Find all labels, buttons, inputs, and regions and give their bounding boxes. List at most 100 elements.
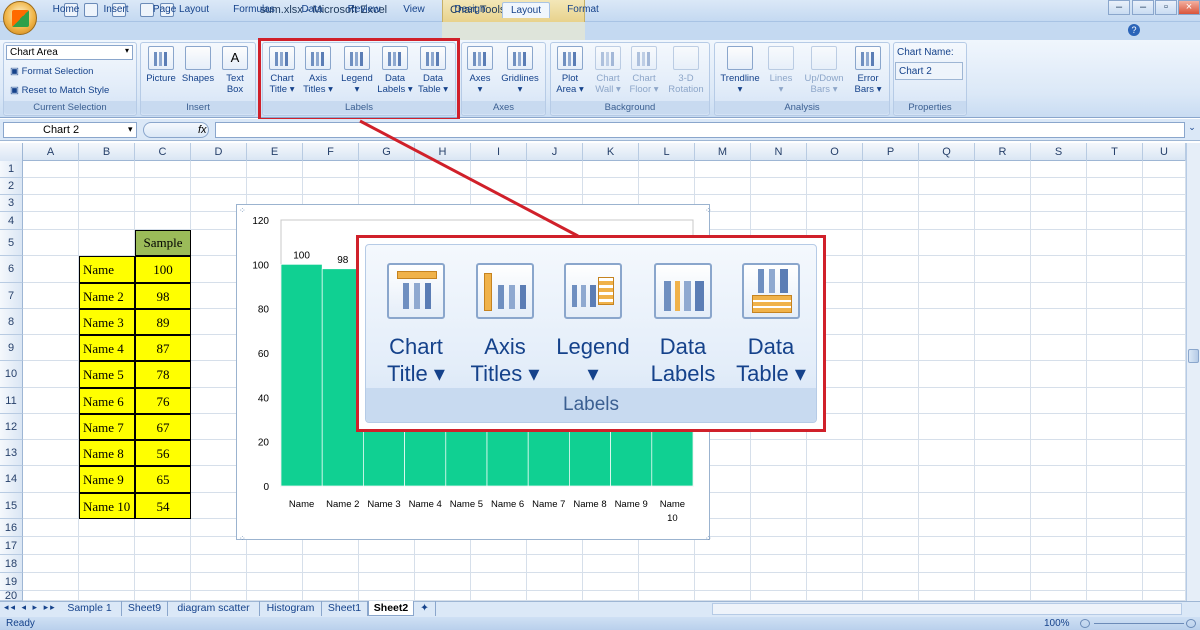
value-cell[interactable]: 89	[135, 309, 191, 335]
sheet-tab-histogram[interactable]: Histogram	[260, 601, 322, 616]
tab-insert[interactable]: Insert	[96, 2, 136, 18]
tab-formulas[interactable]: Formulas	[226, 2, 282, 18]
name-box[interactable]: Chart 2 ▾	[3, 122, 137, 138]
column-header-f[interactable]: F	[303, 143, 359, 161]
chart-name-input[interactable]: Chart 2	[895, 62, 963, 80]
tab-format[interactable]: Format	[558, 2, 608, 18]
name-cell[interactable]: Name 10	[79, 493, 135, 519]
name-cell[interactable]: Name	[79, 256, 135, 283]
zoom-chart-title-button[interactable]: Chart Title ▾	[376, 263, 456, 387]
row-header-10[interactable]: 10	[0, 361, 23, 388]
picture-button[interactable]: Picture	[144, 46, 178, 84]
column-header-l[interactable]: L	[639, 143, 695, 161]
chart-wall-button[interactable]: Chart Wall ▾	[590, 46, 626, 95]
name-cell[interactable]: Name 4	[79, 335, 135, 361]
column-header-e[interactable]: E	[247, 143, 303, 161]
value-cell[interactable]: 78	[135, 361, 191, 388]
sheet-tab-sheet1[interactable]: Sheet1	[322, 601, 368, 616]
row-header-11[interactable]: 11	[0, 388, 23, 414]
minimize-button[interactable]: –	[1132, 0, 1154, 15]
zoom-level[interactable]: 100%	[1044, 618, 1070, 629]
help-icon[interactable]: ?	[1128, 24, 1140, 36]
tab-view[interactable]: View	[396, 2, 432, 18]
column-header-q[interactable]: Q	[919, 143, 975, 161]
name-cell[interactable]: Name 2	[79, 283, 135, 309]
row-header-19[interactable]: 19	[0, 573, 23, 591]
tab-layout[interactable]: Layout	[502, 2, 550, 18]
tab-review[interactable]: Review	[342, 2, 386, 18]
column-header-d[interactable]: D	[191, 143, 247, 161]
name-cell[interactable]: Name 5	[79, 361, 135, 388]
insert-function-button[interactable]: fx	[143, 122, 209, 138]
row-header-14[interactable]: 14	[0, 466, 23, 493]
reset-style-button[interactable]: ▣ Reset to Match Style	[10, 85, 109, 96]
error-bars-button[interactable]: Error Bars ▾	[850, 46, 886, 95]
trendline-button[interactable]: Trendline ▾	[716, 46, 764, 95]
row-header-4[interactable]: 4	[0, 212, 23, 230]
close-button[interactable]: ×	[1178, 0, 1200, 15]
name-cell[interactable]: Name 6	[79, 388, 135, 414]
name-cell[interactable]: Name 3	[79, 309, 135, 335]
column-header-i[interactable]: I	[471, 143, 527, 161]
row-header-1[interactable]: 1	[0, 161, 23, 178]
zoom-in-icon[interactable]	[1186, 619, 1196, 628]
name-cell[interactable]: Name 9	[79, 466, 135, 493]
gridlines-button[interactable]: Gridlines ▾	[498, 46, 542, 95]
vertical-scrollbar[interactable]	[1186, 143, 1200, 601]
sheet-tab-sheet9[interactable]: Sheet9	[122, 601, 168, 616]
column-header-a[interactable]: A	[23, 143, 79, 161]
zoom-legend-button[interactable]: Legend ▾	[553, 263, 633, 387]
row-header-20[interactable]: 20	[0, 591, 23, 602]
column-header-p[interactable]: P	[863, 143, 919, 161]
row-header-8[interactable]: 8	[0, 309, 23, 335]
help-minimize-icon[interactable]: –	[1108, 0, 1130, 15]
restore-button[interactable]: ▫	[1155, 0, 1177, 15]
zoom-slider[interactable]	[1094, 623, 1184, 624]
row-header-17[interactable]: 17	[0, 537, 23, 555]
shapes-button[interactable]: Shapes	[180, 46, 216, 84]
value-cell[interactable]: 67	[135, 414, 191, 440]
sheet-tab-sheet2[interactable]: Sheet2	[368, 601, 414, 616]
axes-button[interactable]: Axes ▾	[464, 46, 496, 95]
scroll-thumb[interactable]	[1188, 349, 1199, 363]
tab-home[interactable]: Home	[44, 2, 88, 18]
sheet-tab-diagram-scatter[interactable]: diagram scatter	[168, 601, 260, 616]
column-header-g[interactable]: G	[359, 143, 415, 161]
chart-elements-dropdown[interactable]: Chart Area ▾	[6, 45, 133, 60]
column-header-u[interactable]: U	[1143, 143, 1186, 161]
select-all-button[interactable]	[0, 143, 23, 161]
name-cell[interactable]: Name 7	[79, 414, 135, 440]
row-header-3[interactable]: 3	[0, 195, 23, 212]
column-header-t[interactable]: T	[1087, 143, 1143, 161]
column-header-o[interactable]: O	[807, 143, 863, 161]
sheet-tab-sample-1[interactable]: Sample 1	[58, 601, 122, 616]
value-cell[interactable]: 87	[135, 335, 191, 361]
row-header-13[interactable]: 13	[0, 440, 23, 466]
column-header-b[interactable]: B	[79, 143, 135, 161]
column-header-m[interactable]: M	[695, 143, 751, 161]
row-header-2[interactable]: 2	[0, 178, 23, 195]
row-header-18[interactable]: 18	[0, 555, 23, 573]
name-cell[interactable]: Name 8	[79, 440, 135, 466]
row-header-5[interactable]: 5	[0, 230, 23, 256]
row-header-12[interactable]: 12	[0, 414, 23, 440]
column-header-j[interactable]: J	[527, 143, 583, 161]
3d-rotation-button[interactable]: 3-D Rotation	[664, 46, 708, 95]
column-header-c[interactable]: C	[135, 143, 191, 161]
column-header-h[interactable]: H	[415, 143, 471, 161]
insert-sheet-icon[interactable]: ✦	[414, 601, 436, 616]
zoom-axis-titles-button[interactable]: Axis Titles ▾	[465, 263, 545, 387]
row-header-15[interactable]: 15	[0, 493, 23, 519]
plot-area-button[interactable]: Plot Area ▾	[552, 46, 588, 95]
zoom-out-icon[interactable]	[1080, 619, 1090, 628]
column-header-k[interactable]: K	[583, 143, 639, 161]
horizontal-scrollbar[interactable]	[712, 603, 1182, 615]
formula-input[interactable]	[215, 122, 1185, 138]
column-header-n[interactable]: N	[751, 143, 807, 161]
value-cell[interactable]: 100	[135, 256, 191, 283]
row-header-6[interactable]: 6	[0, 256, 23, 283]
row-header-16[interactable]: 16	[0, 519, 23, 537]
value-cell[interactable]: 56	[135, 440, 191, 466]
value-cell[interactable]: 98	[135, 283, 191, 309]
value-cell[interactable]: 65	[135, 466, 191, 493]
